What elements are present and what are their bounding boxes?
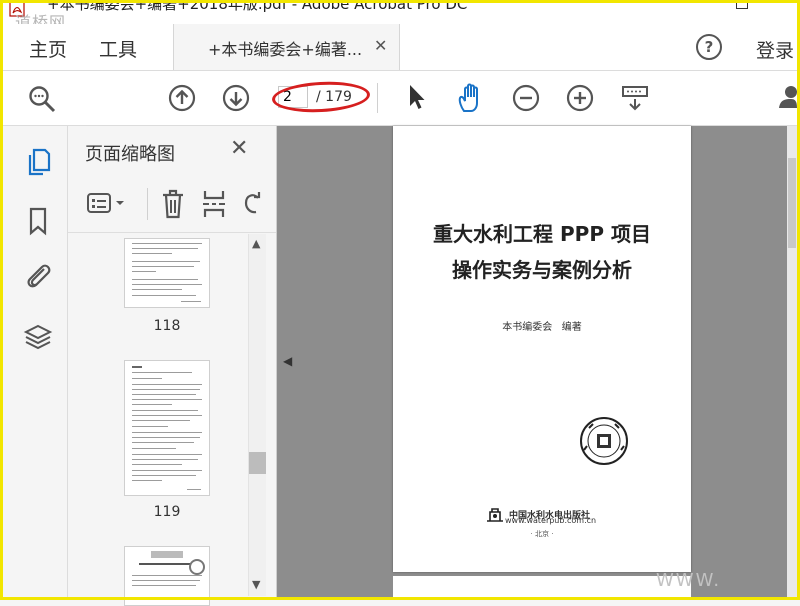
book-editor: 本书编委会 编著 — [502, 322, 582, 333]
thumbnail-page-number: 118 — [153, 318, 181, 334]
publisher-logo-icon — [487, 508, 503, 522]
publisher-url: www.waterpub.com.cn — [505, 516, 597, 525]
document-scrollbar-thumb[interactable] — [788, 158, 796, 248]
login-button[interactable]: 登录 — [756, 36, 794, 63]
rotate-page-icon[interactable] — [240, 188, 264, 220]
toolbar-divider — [377, 83, 378, 113]
publisher-city: · 北京 · — [530, 530, 554, 538]
thumbnail-scrollbar[interactable]: ▲ ▼ — [248, 234, 266, 596]
pdf-page: 重大水利工程 PPP 项目 操作实务与案例分析 本书编委会 编著 中国水利水电出… — [393, 126, 691, 572]
book-title-line-2: 操作实务与案例分析 — [452, 258, 632, 282]
close-panel-icon[interactable]: ✕ — [230, 136, 248, 161]
search-zoom-icon[interactable] — [27, 84, 57, 114]
maximize-button[interactable] — [736, 0, 748, 9]
thumbnail-panel: 页面缩略图 ✕ 118 119 ▲ ▼ — [68, 126, 277, 606]
document-view[interactable]: ◀ 重大水利工程 PPP 项目 操作实务与案例分析 本书编委会 编著 中国水利水… — [277, 126, 797, 600]
insert-page-icon[interactable] — [201, 188, 227, 220]
previous-page-icon[interactable] — [167, 83, 197, 113]
user-icon[interactable] — [777, 82, 797, 112]
panel-toolbar-divider — [147, 188, 148, 220]
document-tab-label: +本书编委会+编著... — [208, 40, 363, 59]
page-thumbnail[interactable] — [124, 238, 210, 308]
scroll-down-icon[interactable]: ▼ — [252, 578, 260, 591]
zoom-out-icon[interactable] — [511, 83, 541, 113]
panel-toolbar-separator — [68, 232, 276, 233]
library-seal-stamp — [580, 417, 628, 465]
keyboard-tools-icon[interactable] — [619, 83, 651, 113]
menu-tools[interactable]: 工具 — [99, 35, 137, 62]
window-title: +本书编委会+编著+2018年版.pdf - Adobe Acrobat Pro… — [47, 0, 468, 13]
options-menu-icon[interactable] — [86, 192, 128, 216]
scroll-up-icon[interactable]: ▲ — [252, 237, 260, 250]
title-bar: +本书编委会+编著+2018年版.pdf - Adobe Acrobat Pro… — [3, 0, 797, 32]
page-thumbnail[interactable] — [124, 546, 210, 606]
select-cursor-icon[interactable] — [405, 82, 427, 112]
navigation-rail — [3, 126, 68, 600]
scrollbar-thumb[interactable] — [249, 452, 266, 474]
hand-tool-icon[interactable] — [455, 81, 489, 115]
url-watermark: WWW. — [656, 570, 722, 591]
zoom-in-icon[interactable] — [565, 83, 595, 113]
thumbnail-page-number: 119 — [153, 504, 181, 520]
menu-home[interactable]: 主页 — [29, 35, 67, 62]
menu-bar: 主页 工具 +本书编委会+编著... ✕ ? 登录 — [3, 24, 797, 71]
help-icon[interactable]: ? — [696, 34, 722, 60]
page-number-input[interactable] — [278, 86, 308, 108]
next-page-icon[interactable] — [221, 83, 251, 113]
page-thumbnails-icon[interactable] — [25, 146, 51, 178]
total-pages: / 179 — [316, 89, 352, 105]
layers-icon[interactable] — [23, 322, 53, 352]
bookmark-icon[interactable] — [27, 206, 49, 236]
document-tab[interactable]: +本书编委会+编著... ✕ — [173, 24, 400, 70]
page-thumbnail[interactable] — [124, 360, 210, 496]
delete-page-icon[interactable] — [160, 188, 186, 220]
panel-title: 页面缩略图 — [85, 144, 175, 165]
document-scrollbar[interactable] — [787, 126, 797, 600]
tab-close-icon[interactable]: ✕ — [374, 36, 387, 55]
toolbar: / 179 — [3, 71, 797, 126]
attachment-icon[interactable] — [23, 260, 53, 292]
next-pdf-page — [393, 576, 691, 600]
page-navigator: / 179 — [278, 86, 368, 110]
book-title-line-1: 重大水利工程 PPP 项目 — [433, 222, 651, 246]
collapse-panel-icon[interactable]: ◀ — [283, 354, 292, 368]
